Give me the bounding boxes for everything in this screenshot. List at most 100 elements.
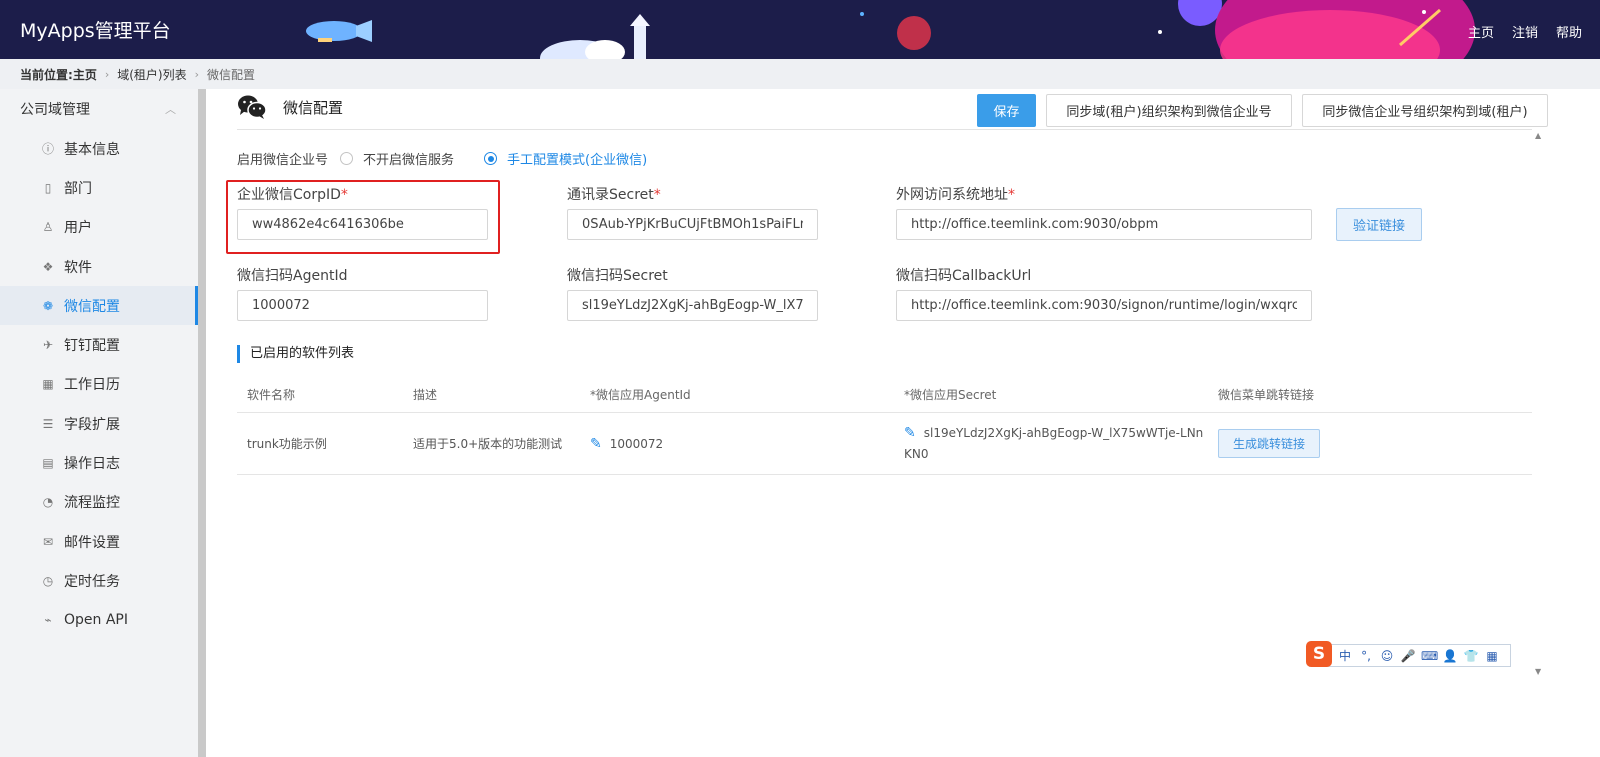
ime-grid-icon[interactable]: ▦ bbox=[1484, 649, 1500, 663]
corpid-label-text: 企业微信CorpID bbox=[237, 187, 341, 203]
divider bbox=[237, 129, 1532, 130]
scroll-down-icon[interactable]: ▼ bbox=[1535, 667, 1541, 676]
mail-icon: ✉ bbox=[42, 534, 54, 549]
sidebar-item-open-api[interactable]: ⌁ Open API bbox=[0, 601, 198, 640]
building-icon: ▯ bbox=[44, 180, 52, 195]
required-mark: * bbox=[1008, 187, 1015, 203]
column-header: *微信应用AgentId bbox=[590, 388, 691, 402]
sidebar-item-software[interactable]: ❖ 软件 bbox=[0, 247, 198, 286]
header-nav: 主页 注销 帮助 bbox=[1468, 22, 1582, 41]
contacts-secret-label-text: 通讯录Secret bbox=[567, 187, 654, 203]
agentid-cell: ✎ 1000072 bbox=[590, 436, 904, 452]
secret-value-line1: sl19eYLdzJ2XgKj-ahBgEogp-W_lX75wWTje-LNn bbox=[923, 425, 1204, 440]
required-mark: * bbox=[653, 187, 661, 203]
sidebar-item-label: 操作日志 bbox=[64, 456, 120, 473]
log-icon: ▤ bbox=[42, 456, 54, 471]
ime-chinese-mode-icon[interactable]: 中 bbox=[1337, 647, 1353, 664]
breadcrumb-current: 微信配置 bbox=[207, 67, 256, 82]
sidebar-item-work-calendar[interactable]: ▦ 工作日历 bbox=[0, 365, 198, 404]
secret-value-line2: KN0 bbox=[904, 446, 929, 461]
sidebar-group-label: 公司域管理 bbox=[20, 102, 90, 118]
sidebar-item-scheduled-task[interactable]: ◷ 定时任务 bbox=[0, 561, 198, 600]
plug-icon: ⌁ bbox=[44, 613, 52, 628]
header-illustration bbox=[306, 0, 1475, 59]
ime-keyboard-icon[interactable]: ⌨ bbox=[1421, 649, 1438, 663]
sidebar-splitter[interactable] bbox=[198, 89, 206, 757]
sync-to-wechat-button[interactable]: 同步域(租户)组织架构到微信企业号 bbox=[1046, 94, 1292, 127]
radio-manual-config[interactable] bbox=[484, 152, 498, 165]
nav-logout-link[interactable]: 注销 bbox=[1512, 22, 1538, 41]
sidebar-item-mail-settings[interactable]: ✉ 邮件设置 bbox=[0, 522, 198, 561]
action-cell: 生成跳转链接 bbox=[1218, 429, 1532, 458]
pencil-icon[interactable]: ✎ bbox=[904, 425, 916, 441]
save-button[interactable]: 保存 bbox=[977, 94, 1036, 127]
sidebar-item-label: 部门 bbox=[64, 180, 92, 197]
sidebar-item-label: 定时任务 bbox=[64, 573, 120, 590]
sidebar-item-label: 基本信息 bbox=[64, 141, 120, 158]
ime-microphone-icon[interactable]: 🎤 bbox=[1400, 649, 1416, 663]
external-url-label: 外网访问系统地址* bbox=[896, 184, 1015, 204]
radio-disable-wechat-label[interactable]: 不开启微信服务 bbox=[363, 149, 454, 168]
scan-secret-input[interactable] bbox=[567, 290, 818, 321]
sidebar-item-flow-monitor[interactable]: ◔ 流程监控 bbox=[0, 483, 198, 522]
page-header: 微信配置 bbox=[237, 94, 343, 120]
breadcrumb-home[interactable]: 主页 bbox=[73, 66, 97, 83]
scan-agentid-input[interactable] bbox=[237, 290, 488, 321]
ime-skin-icon[interactable]: 👕 bbox=[1463, 649, 1479, 663]
verify-link-button[interactable]: 验证链接 bbox=[1336, 208, 1422, 241]
external-url-input[interactable] bbox=[896, 209, 1312, 240]
scan-agentid-label: 微信扫码AgentId bbox=[237, 268, 348, 284]
sidebar-item-label: 字段扩展 bbox=[64, 416, 120, 433]
radio-disable-wechat[interactable] bbox=[340, 152, 354, 165]
radio-manual-config-label[interactable]: 手工配置模式(企业微信) bbox=[507, 149, 647, 168]
sidebar-group-company[interactable]: 公司域管理 ︿ bbox=[0, 89, 198, 129]
sidebar-item-label: 软件 bbox=[64, 259, 92, 276]
scan-callback-label: 微信扫码CallbackUrl bbox=[896, 268, 1032, 284]
sidebar-item-wechat-config[interactable]: ❁ 微信配置 bbox=[0, 286, 198, 326]
sidebar-item-label: 工作日历 bbox=[64, 377, 120, 394]
agentid-value: 1000072 bbox=[609, 436, 664, 451]
main-content: 微信配置 保存 同步域(租户)组织架构到微信企业号 同步微信企业号组织架构到域(… bbox=[206, 89, 1600, 757]
sidebar-item-operation-log[interactable]: ▤ 操作日志 bbox=[0, 443, 198, 482]
ime-emoji-icon[interactable]: ☺ bbox=[1379, 649, 1395, 663]
scan-callback-input[interactable] bbox=[896, 290, 1312, 321]
nav-help-link[interactable]: 帮助 bbox=[1556, 22, 1582, 41]
table-header: 软件名称 描述 *微信应用AgentId *微信应用Secret 微信菜单跳转链… bbox=[237, 377, 1532, 413]
nav-home-link[interactable]: 主页 bbox=[1468, 22, 1494, 41]
contacts-secret-input[interactable] bbox=[567, 209, 818, 240]
user-icon: ♙ bbox=[42, 220, 54, 235]
sidebar-item-label: Open API bbox=[64, 612, 128, 629]
enable-wechat-label: 启用微信企业号 bbox=[237, 153, 329, 168]
software-table: 软件名称 描述 *微信应用AgentId *微信应用Secret 微信菜单跳转链… bbox=[237, 377, 1532, 475]
sidebar-item-basic-info[interactable]: ⓘ 基本信息 bbox=[0, 129, 198, 168]
enable-wechat-row: 启用微信企业号 不开启微信服务 手工配置模式(企业微信) bbox=[237, 149, 647, 168]
sliders-icon: ☰ bbox=[42, 416, 54, 431]
pencil-icon[interactable]: ✎ bbox=[590, 436, 602, 452]
ime-toolbar: S 中 °, ☺ 🎤 ⌨ 👤 👕 ▦ bbox=[1306, 641, 1511, 667]
plane-icon: ✈ bbox=[42, 338, 54, 353]
chevron-up-icon: ︿ bbox=[165, 103, 176, 116]
breadcrumb-tenant-list[interactable]: 域(租户)列表 bbox=[117, 66, 186, 83]
required-mark: * bbox=[340, 187, 348, 203]
ime-punctuation-icon[interactable]: °, bbox=[1358, 649, 1374, 663]
sync-from-wechat-button[interactable]: 同步微信企业号组织架构到域(租户) bbox=[1302, 94, 1548, 127]
scroll-up-icon[interactable]: ▲ bbox=[1535, 131, 1541, 140]
software-name-cell: trunk功能示例 bbox=[247, 437, 327, 451]
dashboard-icon: ◔ bbox=[42, 495, 54, 510]
contacts-secret-label: 通讯录Secret* bbox=[567, 184, 661, 204]
sidebar-item-department[interactable]: ▯ 部门 bbox=[0, 168, 198, 207]
corpid-input[interactable] bbox=[237, 209, 488, 240]
sidebar-item-dingtalk-config[interactable]: ✈ 钉钉配置 bbox=[0, 325, 198, 364]
sidebar-item-user[interactable]: ♙ 用户 bbox=[0, 208, 198, 247]
sidebar-item-label: 邮件设置 bbox=[64, 534, 120, 551]
wechat-icon bbox=[237, 94, 267, 120]
sogou-logo-icon[interactable]: S bbox=[1306, 641, 1332, 667]
vertical-scrollbar[interactable]: ▲ ▼ bbox=[1533, 131, 1545, 676]
top-header: MyApps管理平台 主页 注销 帮助 bbox=[0, 0, 1600, 59]
ime-user-icon[interactable]: 👤 bbox=[1442, 649, 1458, 663]
sidebar-item-label: 钉钉配置 bbox=[64, 338, 120, 355]
generate-link-button[interactable]: 生成跳转链接 bbox=[1218, 429, 1320, 458]
sidebar-item-field-extension[interactable]: ☰ 字段扩展 bbox=[0, 404, 198, 443]
sidebar: 公司域管理 ︿ ⓘ 基本信息 ▯ 部门 ♙ 用户 ❖ 软件 ❁ 微信配置 ✈ 钉… bbox=[0, 89, 198, 757]
breadcrumb-separator-icon: › bbox=[194, 67, 200, 81]
